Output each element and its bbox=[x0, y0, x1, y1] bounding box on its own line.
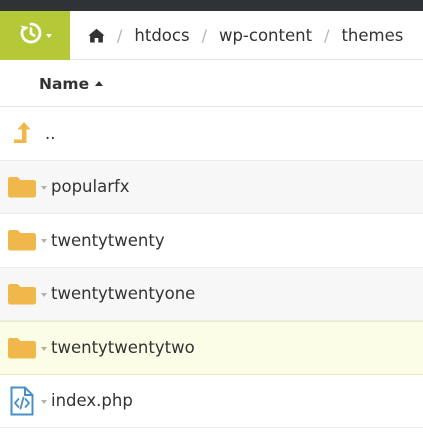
home-icon[interactable] bbox=[88, 28, 105, 43]
folder-icon bbox=[3, 214, 41, 267]
item-name: popularfx bbox=[51, 177, 130, 197]
breadcrumb-wp-content[interactable]: wp-content bbox=[219, 26, 312, 45]
sort-ascending-icon bbox=[95, 80, 104, 86]
list-header: Name bbox=[0, 61, 423, 107]
level-up-icon bbox=[3, 107, 41, 160]
list-item[interactable]: twentytwentyone bbox=[0, 267, 423, 321]
breadcrumb-separator: / bbox=[117, 25, 123, 45]
item-name: twentytwenty bbox=[51, 230, 165, 250]
toolbar: / htdocs / wp-content / themes bbox=[0, 10, 423, 60]
chevron-down-icon[interactable] bbox=[41, 399, 47, 404]
list-item[interactable]: popularfx bbox=[0, 160, 423, 214]
breadcrumb-htdocs[interactable]: htdocs bbox=[134, 26, 189, 45]
breadcrumb-separator: / bbox=[324, 25, 330, 45]
folder-icon bbox=[3, 267, 41, 320]
chevron-down-icon[interactable] bbox=[41, 346, 47, 351]
chevron-down-icon[interactable] bbox=[41, 292, 47, 297]
top-bar bbox=[0, 0, 423, 11]
history-button[interactable] bbox=[0, 10, 70, 60]
sort-by-name-button[interactable]: Name bbox=[39, 74, 104, 93]
file-list: .. popularfx twentytwenty twentytwentyon… bbox=[0, 107, 423, 428]
history-icon bbox=[19, 21, 43, 49]
list-item[interactable]: twentytwentytwo bbox=[0, 321, 423, 375]
file-code-icon bbox=[3, 374, 41, 427]
chevron-down-icon bbox=[45, 34, 52, 38]
breadcrumb-themes[interactable]: themes bbox=[341, 26, 403, 45]
folder-icon bbox=[3, 160, 41, 213]
parent-directory-row[interactable]: .. bbox=[0, 107, 423, 161]
list-item[interactable]: index.php bbox=[0, 374, 423, 428]
item-name: twentytwentytwo bbox=[51, 338, 195, 358]
breadcrumb-separator: / bbox=[201, 25, 207, 45]
chevron-down-icon[interactable] bbox=[41, 185, 47, 190]
list-item[interactable]: twentytwenty bbox=[0, 214, 423, 268]
breadcrumb: / htdocs / wp-content / themes bbox=[70, 11, 403, 60]
parent-directory-label: .. bbox=[45, 123, 56, 143]
item-name: twentytwentyone bbox=[51, 284, 196, 304]
chevron-down-icon[interactable] bbox=[41, 239, 47, 244]
folder-icon bbox=[3, 321, 41, 374]
column-name-label: Name bbox=[39, 74, 90, 93]
item-name: index.php bbox=[51, 391, 133, 411]
